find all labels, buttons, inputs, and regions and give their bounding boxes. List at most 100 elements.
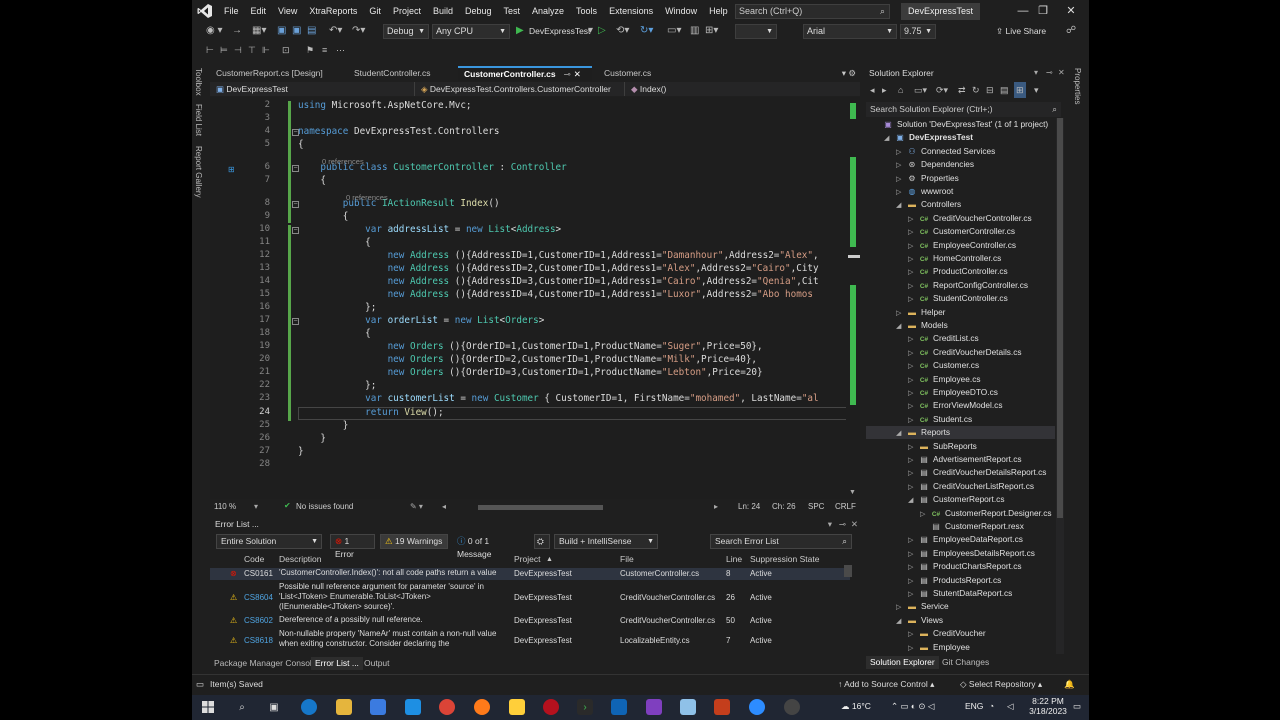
tree-item[interactable]: ◢ ▬ Models [866,319,1055,332]
collapsed-icon[interactable]: ▷ [908,253,918,266]
tray-icons[interactable]: ⌃ ▭ ◐ ⊙ ◁ [891,701,934,712]
source-control-button[interactable]: ↑ Add to Source Control ▴ [838,679,934,690]
expanded-icon[interactable]: ◢ [896,320,906,333]
code-line[interactable]: } [298,433,326,444]
tab-customer[interactable]: Customer.cs [598,66,688,81]
vs-logo-icon[interactable] [192,0,218,22]
tab-customer-report-design[interactable]: CustomerReport.cs [Design] [210,66,348,81]
collapsed-icon[interactable]: ▷ [896,186,906,199]
pin-icon[interactable]: ⊸ [839,517,846,532]
collapsed-icon[interactable]: ▷ [908,642,918,655]
clock[interactable]: 8:22 PM 3/18/2023 [1026,696,1070,716]
menu-help[interactable]: Help [703,0,734,22]
code-line[interactable]: new Address (){AddressID=2,CustomerID=1,… [298,263,819,274]
zoom-level[interactable]: 110 % [214,502,236,511]
collapsed-icon[interactable]: ▷ [908,374,918,387]
align-icon[interactable]: ⊞▾ [705,23,718,39]
tree-item[interactable]: ▷ ▤ AdvertisementReport.cs [866,453,1055,466]
align-tops-icon[interactable]: ⊤ [248,42,256,58]
home-icon[interactable]: ⌂ [898,82,903,98]
bookmark-icon[interactable]: ⚑ [306,42,314,58]
sticky-notes-icon[interactable] [509,699,525,715]
refresh-icon[interactable]: ↻ [972,82,980,98]
run-dropdown-icon[interactable]: ▾ [588,23,593,39]
line-endings[interactable]: CRLF [835,502,856,511]
column-suppression-state[interactable]: Suppression State [750,553,819,566]
error-row[interactable]: ⚠ CS8602 Dereference of a possibly null re… [210,615,850,627]
repository-button[interactable]: ◇ Select Repository ▴ [960,679,1042,690]
collapsed-icon[interactable]: ▷ [908,240,918,253]
tab-student-controller[interactable]: StudentController.cs [348,66,458,81]
properties-tab[interactable]: Properties [1073,68,1082,104]
feedback-icon[interactable]: ☍ [1066,23,1076,39]
collapsed-icon[interactable]: ▷ [908,534,918,547]
tree-item[interactable]: ▷ C# CreditVoucherDetails.cs [866,346,1055,359]
preview-icon[interactable]: ⊞ [1014,82,1026,98]
weather-icon[interactable]: ☁ 16°C [841,701,871,712]
tree-item[interactable]: ▷ C# CreditList.cs [866,332,1055,345]
back-icon[interactable]: ◂ [870,82,875,98]
tree-item[interactable]: ▷ ◍ wwwroot [866,185,1055,198]
line-number[interactable]: Ln: 24 [738,502,760,511]
collapsed-icon[interactable]: ▷ [908,481,918,494]
scroll-left-icon[interactable]: ◂ [442,502,446,511]
search-icon[interactable]: ⌕ [234,699,250,715]
close-icon[interactable]: ✕ [851,517,858,532]
font-size-dropdown[interactable]: 9.75 ▼ [900,24,936,39]
solution-name-badge[interactable]: DevExpressTest [901,3,981,20]
close-icon[interactable]: ✕ [1061,3,1081,19]
app-icon[interactable] [784,699,800,715]
align-centers-icon[interactable]: ⊨ [220,42,228,58]
collapsed-icon[interactable]: ▷ [908,588,918,601]
tree-item[interactable]: ▷ C# HomeController.cs [866,252,1055,265]
language-indicator[interactable]: ENG [965,701,983,711]
config-dropdown[interactable]: Debug ▼ [383,24,429,39]
hot-reload-icon[interactable]: ⟲▾ [616,23,629,39]
expanded-icon[interactable]: ◢ [896,615,906,628]
notifications-icon[interactable]: ▭ [1073,701,1081,712]
menu-tools[interactable]: Tools [570,0,603,22]
run-icon[interactable]: ▶ [516,23,524,39]
layout-icon[interactable]: ▥ [690,23,699,39]
code-line[interactable]: var orderList = new List<Orders> [298,315,544,326]
collapsed-icon[interactable]: ▷ [896,601,906,614]
forward-icon[interactable]: ▸ [882,82,887,98]
zoom-dropdown-icon[interactable]: ▾ [254,502,258,511]
menu-build[interactable]: Build [427,0,459,22]
code-line[interactable]: new Orders (){OrderID=3,CustomerID=1,Pro… [298,367,763,378]
tree-item[interactable]: ▷ ▬ SubReports [866,440,1055,453]
chrome-icon[interactable] [439,699,455,715]
collapsed-icon[interactable]: ▷ [896,159,906,172]
tree-item[interactable]: ▷ ⚇ Connected Services [866,145,1055,158]
menu-test[interactable]: Test [498,0,527,22]
toolbox-tab[interactable]: Toolbox [194,68,203,96]
tree-item[interactable]: ▷ ▤ StutentDataReport.cs [866,587,1055,600]
notifications-icon[interactable]: 🔔 [1064,679,1075,690]
codelens-references[interactable]: 0 references [346,193,388,202]
filter-icon[interactable]: ⛭ [534,534,550,549]
platform-dropdown[interactable]: Any CPU ▼ [432,24,510,39]
collapsed-icon[interactable]: ▷ [896,307,906,320]
start-icon[interactable] [200,699,216,715]
visual-studio-taskbar-icon[interactable] [646,699,662,715]
code-line[interactable]: }; [298,380,376,391]
tree-item[interactable]: ▷ ▬ Helper [866,306,1055,319]
collapsed-icon[interactable]: ▷ [908,414,918,427]
zoom-dropdown[interactable]: ▼ [735,24,777,39]
tree-item[interactable]: ◢ ▣ DevExpressTest [866,131,1055,144]
powerpoint-icon[interactable] [714,699,730,715]
tree-item[interactable]: ▷ C# Student.cs [866,413,1055,426]
editor-scrollbar[interactable]: ▼ [846,97,860,499]
menu-window[interactable]: Window [659,0,703,22]
tree-item[interactable]: ▷ ▤ EmployeeDataReport.cs [866,533,1055,546]
task-view-icon[interactable]: ▣ [266,699,282,715]
code-line[interactable]: { [298,237,371,248]
menu-edit[interactable]: Edit [245,0,273,22]
tree-item[interactable]: ▷ C# ProductController.cs [866,265,1055,278]
code-line[interactable]: new Address (){AddressID=4,CustomerID=1,… [298,289,813,300]
errors-filter-button[interactable]: ⊗ 1 Error [330,534,375,559]
font-name-dropdown[interactable]: Arial ▼ [803,24,897,39]
menu-file[interactable]: File [218,0,245,22]
browser-link-icon[interactable]: ▭▾ [667,23,681,39]
codelens-glyph-icon[interactable]: ⊞ [228,165,235,174]
